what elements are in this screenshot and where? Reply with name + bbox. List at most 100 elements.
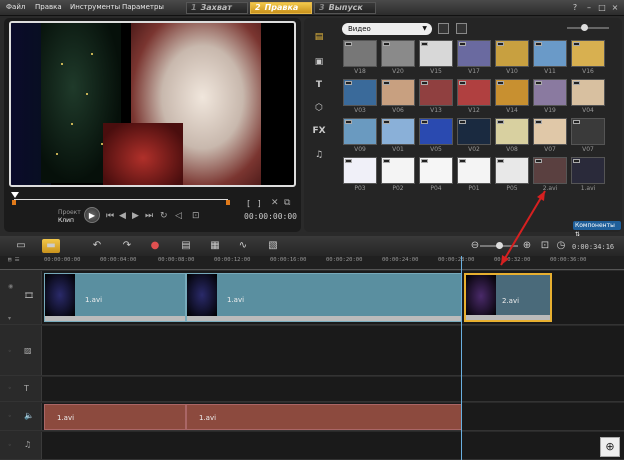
track-manager-icon[interactable]: ▤ xyxy=(177,239,195,253)
library-thumbnail[interactable] xyxy=(419,157,453,184)
library-thumbnail[interactable] xyxy=(495,40,529,67)
thumbnail-label: P01 xyxy=(468,185,480,192)
library-thumbnail[interactable] xyxy=(419,40,453,67)
step-edit[interactable]: 2 Правка xyxy=(250,2,312,14)
mixer-icon[interactable]: ▦ xyxy=(206,239,224,253)
audio-clip[interactable]: 1.avi xyxy=(44,404,186,430)
mark-in[interactable] xyxy=(12,200,16,205)
audio-wave-icon[interactable]: ∿ xyxy=(234,239,252,253)
track-visibility-icon[interactable]: ◦ xyxy=(8,385,12,392)
prev-frame-icon[interactable]: ◀ xyxy=(119,211,126,221)
library-thumbnail[interactable] xyxy=(343,118,377,145)
track-visibility-icon[interactable]: ◦ xyxy=(8,413,12,420)
audio-clip[interactable]: 1.avi xyxy=(186,404,462,430)
library-thumbnail[interactable] xyxy=(381,118,415,145)
mark-out-bracket[interactable]: ] xyxy=(257,199,262,208)
cut-icon[interactable]: ✕ xyxy=(271,198,279,208)
video-clip[interactable]: 1.avi xyxy=(44,273,186,322)
library-thumbnail[interactable] xyxy=(419,118,453,145)
library-thumbnail[interactable] xyxy=(381,157,415,184)
library-thumbnail[interactable] xyxy=(343,157,377,184)
library-thumbnail[interactable] xyxy=(381,79,415,106)
player-timecode[interactable]: 00:00:00:00 xyxy=(244,212,297,221)
close-icon[interactable]: × xyxy=(610,3,620,12)
timeline-view-icon[interactable]: ▬ xyxy=(42,239,60,253)
help-icon[interactable]: ? xyxy=(570,3,580,12)
track-visibility-icon[interactable]: ◉ xyxy=(8,283,13,290)
scrubber-handle[interactable] xyxy=(11,192,19,198)
video-clip[interactable]: 1.avi xyxy=(186,273,462,322)
library-thumbnail[interactable] xyxy=(495,118,529,145)
video-clip-selected[interactable]: 2.avi xyxy=(464,273,552,322)
library-thumbnail[interactable] xyxy=(533,40,567,67)
library-thumbnail[interactable] xyxy=(571,79,605,106)
storyboard-view-icon[interactable]: ▭ xyxy=(12,239,30,253)
auto-music-icon[interactable]: ▧ xyxy=(264,239,282,253)
audio-icon[interactable]: ♫ xyxy=(312,149,326,161)
step-share[interactable]: 3 Выпуск xyxy=(314,2,376,14)
add-folder-icon[interactable] xyxy=(438,23,449,34)
enlarge-icon[interactable]: ⊡ xyxy=(192,211,200,221)
library-thumbnail[interactable] xyxy=(533,79,567,106)
track-options-icon[interactable]: ▾ xyxy=(8,315,11,322)
record-icon[interactable]: ● xyxy=(146,239,164,253)
duration-icon[interactable]: ◷ xyxy=(552,239,570,253)
library-thumbnail[interactable] xyxy=(457,157,491,184)
menu-file[interactable]: Файл xyxy=(6,3,25,11)
home-icon[interactable]: ⏮ xyxy=(106,211,114,221)
mark-in-bracket[interactable]: [ xyxy=(246,199,251,208)
menu-settings[interactable]: Параметры xyxy=(122,3,164,11)
next-frame-icon[interactable]: ▶ xyxy=(132,211,139,221)
library-zoom-slider[interactable] xyxy=(567,24,609,31)
zoom-in-icon[interactable]: ⊕ xyxy=(518,239,536,253)
magnify-icon[interactable]: ⊕ xyxy=(600,437,620,457)
library-thumbnail[interactable] xyxy=(343,79,377,106)
step-capture[interactable]: 1 Захват xyxy=(186,2,248,14)
mode-project[interactable]: Проект xyxy=(58,209,81,216)
library-thumbnail[interactable] xyxy=(495,157,529,184)
ruler-toggle-icon[interactable]: ▤ ☰ xyxy=(8,257,20,263)
volume-icon[interactable]: ◁ xyxy=(175,211,182,221)
title-icon[interactable]: T xyxy=(312,79,326,91)
minimize-icon[interactable]: – xyxy=(584,3,594,12)
library-thumbnail[interactable] xyxy=(533,118,567,145)
library-thumbnail[interactable] xyxy=(571,40,605,67)
maximize-icon[interactable]: □ xyxy=(597,3,607,12)
track-visibility-icon[interactable]: ◦ xyxy=(8,442,12,449)
library-thumbnail[interactable] xyxy=(381,40,415,67)
mark-out[interactable] xyxy=(226,200,230,205)
copy-icon[interactable]: ⧉ xyxy=(284,198,290,208)
fx-icon[interactable]: FX xyxy=(312,125,326,137)
library-thumbnail[interactable] xyxy=(457,79,491,106)
components-button[interactable]: Компоненты ⇅ xyxy=(573,221,621,238)
mode-clip[interactable]: Клип xyxy=(58,217,74,224)
timeline-playhead[interactable] xyxy=(461,256,462,460)
repeat-icon[interactable]: ↻ xyxy=(160,211,168,221)
timeline-ruler[interactable]: ▤ ☰ 00:00:00:00 00:00:04:00 00:00:08:00 … xyxy=(0,256,624,270)
library-select[interactable]: Видео ▼ xyxy=(342,23,432,35)
timeline-zoom-knob[interactable] xyxy=(496,242,503,249)
preview-scrubber[interactable] xyxy=(11,192,230,205)
timeline-zoom-slider[interactable] xyxy=(480,242,518,249)
library-thumbnail[interactable] xyxy=(495,79,529,106)
menu-tools[interactable]: Инструменты xyxy=(70,3,120,11)
redo-icon[interactable]: ↷ xyxy=(118,239,136,253)
track-visibility-icon[interactable]: ◦ xyxy=(8,348,12,355)
library-thumbnail[interactable] xyxy=(571,157,605,184)
library-thumbnail[interactable] xyxy=(457,40,491,67)
import-icon[interactable] xyxy=(456,23,467,34)
menu-edit[interactable]: Правка xyxy=(35,3,62,11)
library-thumbnail[interactable] xyxy=(571,118,605,145)
media-icon[interactable]: ▤ xyxy=(312,31,326,43)
library-thumbnail[interactable] xyxy=(533,157,567,184)
end-icon[interactable]: ⏭ xyxy=(145,211,153,221)
undo-icon[interactable]: ↶ xyxy=(88,239,106,253)
library-thumbnail[interactable] xyxy=(343,40,377,67)
play-button[interactable]: ▶ xyxy=(84,207,100,223)
timeline-timecode[interactable]: 0:00:34:16 xyxy=(572,243,614,251)
transition-icon[interactable]: ⬡ xyxy=(312,102,326,114)
zoom-knob[interactable] xyxy=(581,24,588,31)
library-thumbnail[interactable] xyxy=(457,118,491,145)
library-thumbnail[interactable] xyxy=(419,79,453,106)
instant-project-icon[interactable]: ▣ xyxy=(312,56,326,68)
